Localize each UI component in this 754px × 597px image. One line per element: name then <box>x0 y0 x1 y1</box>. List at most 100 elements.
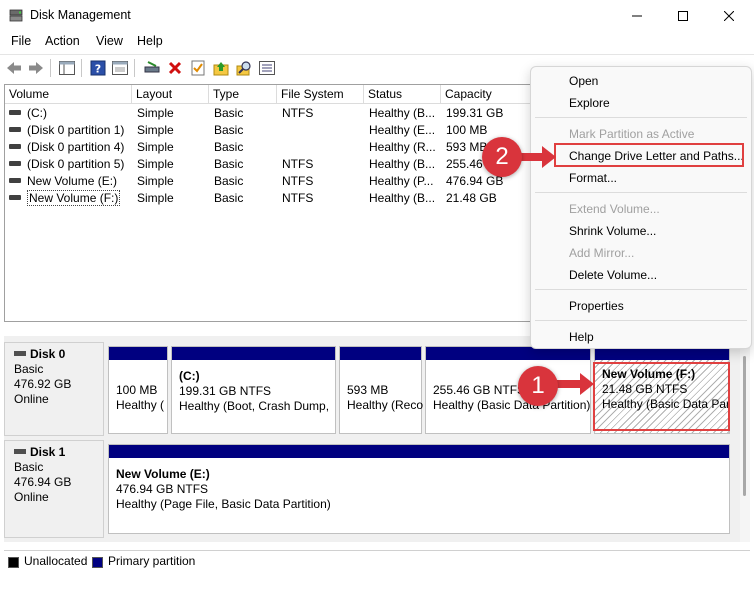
disk-name-text: Disk 0 <box>30 347 66 361</box>
delete-button[interactable] <box>166 59 184 77</box>
drive-connect-icon <box>144 61 160 73</box>
list-view-button[interactable] <box>258 59 276 77</box>
disk-0-label[interactable]: Disk 0 Basic 476.92 GB Online <box>4 342 104 436</box>
menu-item-help[interactable]: Help <box>569 330 594 344</box>
title-bar: Disk Management <box>0 0 754 32</box>
volume-name: (Disk 0 partition 4) <box>27 140 125 154</box>
menu-help[interactable]: Help <box>137 34 163 48</box>
status-cell: Healthy (R... <box>369 140 436 154</box>
svg-text:?: ? <box>95 63 101 76</box>
capacity-cell: 476.94 GB <box>446 174 504 188</box>
partition-status: Healthy ( <box>116 398 165 412</box>
checklist-icon <box>191 60 205 76</box>
minimize-button[interactable] <box>614 0 660 32</box>
status-cell: Healthy (B... <box>369 191 436 205</box>
check-button[interactable] <box>189 59 207 77</box>
menu-item-open[interactable]: Open <box>569 74 598 88</box>
forward-button[interactable] <box>27 59 45 77</box>
menu-item-shrink-volume[interactable]: Shrink Volume... <box>569 224 656 238</box>
column-header-layout[interactable]: Layout <box>132 85 209 104</box>
disk-icon <box>14 449 26 455</box>
layout-cell: Simple <box>137 157 174 171</box>
volume-icon <box>9 195 21 201</box>
menu-file[interactable]: File <box>11 34 31 48</box>
back-arrow-icon <box>7 62 21 74</box>
menu-separator <box>535 117 747 118</box>
close-button[interactable] <box>706 0 752 32</box>
menu-item-format[interactable]: Format... <box>569 171 617 185</box>
legend-primary-partition: Primary partition <box>108 554 196 568</box>
menu-view[interactable]: View <box>96 34 123 48</box>
context-menu: Open Explore Mark Partition as Active Ch… <box>530 66 752 349</box>
file-system-cell: NTFS <box>282 191 314 205</box>
disk-size: 476.92 GB <box>14 377 72 391</box>
partition-status: Healthy (Basic Data Partition) <box>433 398 591 412</box>
legend-unallocated: Unallocated <box>24 554 88 568</box>
volume-icon <box>9 178 21 184</box>
properties-view-icon <box>112 61 128 75</box>
column-header-file-system[interactable]: File System <box>277 85 364 104</box>
volume-name: (Disk 0 partition 5) <box>27 157 125 171</box>
menu-item-delete-volume[interactable]: Delete Volume... <box>569 268 657 282</box>
disk-name: Disk 0 <box>14 347 103 362</box>
partition-text: 593 MB Healthy (Reco <box>347 383 423 413</box>
back-button[interactable] <box>5 59 23 77</box>
show-hide-console-tree-button[interactable] <box>58 59 76 77</box>
menu-item-explore[interactable]: Explore <box>569 96 610 110</box>
disk-icon <box>14 351 26 357</box>
partition-disk0-p1[interactable]: 100 MB Healthy ( <box>108 346 168 434</box>
partition-text: (C:) 199.31 GB NTFS Healthy (Boot, Crash… <box>179 369 329 414</box>
disk-name-text: Disk 1 <box>30 445 66 459</box>
highlight-change-drive-letter <box>554 143 744 167</box>
toolbar-separator <box>81 59 82 77</box>
scrollbar-thumb[interactable] <box>743 356 746 496</box>
menu-action[interactable]: Action <box>45 34 80 48</box>
status-cell: Healthy (P... <box>369 174 434 188</box>
connect-drive-button[interactable] <box>143 59 161 77</box>
type-cell: Basic <box>214 140 244 154</box>
maximize-button[interactable] <box>660 0 706 32</box>
console-tree-icon <box>59 61 75 75</box>
highlight-new-volume-f <box>593 362 730 431</box>
column-header-volume[interactable]: Volume <box>5 85 132 104</box>
search-folder-button[interactable] <box>235 59 253 77</box>
toolbar-separator <box>50 59 51 77</box>
menu-item-extend-volume: Extend Volume... <box>569 202 660 216</box>
search-icon <box>236 61 251 76</box>
partition-text: 100 MB Healthy ( <box>116 383 164 413</box>
layout-cell: Simple <box>137 191 174 205</box>
partition-status: Healthy (Reco <box>347 398 424 412</box>
layout-cell: Simple <box>137 106 174 120</box>
help-icon: ? <box>90 60 106 76</box>
forward-arrow-icon <box>29 62 43 74</box>
partition-disk1-e[interactable]: New Volume (E:) 476.94 GB NTFS Healthy (… <box>108 444 730 534</box>
arrow-right-icon <box>518 146 556 168</box>
partition-title: (C:) <box>179 369 200 383</box>
type-cell: Basic <box>214 191 244 205</box>
menu-item-properties[interactable]: Properties <box>569 299 624 313</box>
partition-bar <box>109 347 167 360</box>
graphical-view-scrollbar[interactable] <box>740 336 750 542</box>
volume-name: (Disk 0 partition 1) <box>27 123 125 137</box>
capacity-cell: 21.48 GB <box>446 191 497 205</box>
disk-1-label[interactable]: Disk 1 Basic 476.94 GB Online <box>4 440 104 538</box>
partition-title: New Volume (E:) <box>116 467 210 481</box>
disk-type: Basic <box>14 460 44 474</box>
file-system-cell: NTFS <box>282 106 314 120</box>
volume-icon <box>9 161 21 167</box>
layout-cell: Simple <box>137 174 174 188</box>
menu-item-mark-active: Mark Partition as Active <box>569 127 695 141</box>
menu-item-add-mirror: Add Mirror... <box>569 246 635 260</box>
help-button[interactable]: ? <box>89 59 107 77</box>
volume-icon <box>9 144 21 150</box>
disk-type: Basic <box>14 362 44 376</box>
toolbar-separator <box>134 59 135 77</box>
column-header-capacity[interactable]: Capacity <box>441 85 531 104</box>
properties-view-button[interactable] <box>111 59 129 77</box>
partition-disk0-c[interactable]: (C:) 199.31 GB NTFS Healthy (Boot, Crash… <box>171 346 336 434</box>
column-header-status[interactable]: Status <box>364 85 441 104</box>
open-folder-button[interactable] <box>212 59 230 77</box>
column-header-type[interactable]: Type <box>209 85 277 104</box>
delete-x-icon <box>168 61 182 75</box>
partition-disk0-p4[interactable]: 593 MB Healthy (Reco <box>339 346 423 434</box>
